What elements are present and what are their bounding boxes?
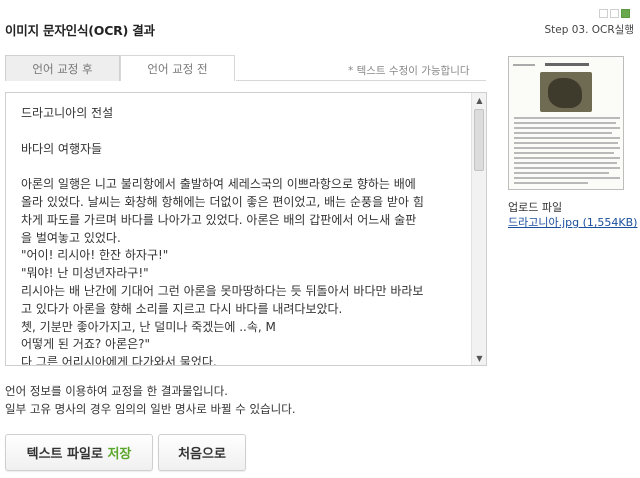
text-line: 을 벌여놓고 있었다. bbox=[21, 230, 121, 245]
save-button-label: 텍스트 파일로 bbox=[26, 447, 103, 462]
upload-file-label: 업로드 파일 bbox=[508, 201, 563, 214]
step-dot-current bbox=[621, 9, 630, 18]
uploaded-image-thumbnail[interactable] bbox=[508, 56, 624, 190]
description-line: 언어 정보를 이용하여 교정을 한 결과물입니다. bbox=[5, 384, 228, 398]
step-label: Step 03. OCR실행 bbox=[544, 24, 635, 36]
scroll-up-icon[interactable]: ▲ bbox=[472, 93, 486, 107]
tab-uncorrected[interactable]: 언어 교정 전 bbox=[120, 55, 235, 81]
text-line: 아론의 일행은 니고 불리항에서 출발하여 세레스국의 이쁘라항으로 향하는 배… bbox=[21, 177, 416, 192]
save-button-highlight: 저장 bbox=[107, 447, 132, 462]
text-line: 쳇, 기분만 좋아가지고, 난 덜미나 죽겠는에 ..속, M bbox=[21, 319, 276, 334]
result-description: 언어 정보를 이용하여 교정을 한 결과물입니다. 일부 고유 명사의 경우 임… bbox=[5, 382, 295, 418]
ocr-text-content[interactable]: 드라고니아의 전설 바다의 여행자들 아론의 일행은 니고 불리항에서 출발하여… bbox=[21, 105, 466, 366]
edit-note: * 텍스트 수정이 가능합니다 bbox=[348, 65, 470, 77]
ocr-text-area[interactable]: 드라고니아의 전설 바다의 여행자들 아론의 일행은 니고 불리항에서 출발하여… bbox=[5, 92, 487, 366]
text-heading: 드라고니아의 전설 bbox=[21, 106, 114, 120]
text-line: 어떻게 된 거죠? 아론은?" bbox=[21, 337, 151, 352]
thumbnail-text-lines bbox=[514, 117, 620, 187]
text-line: 리시아는 배 난간에 기대어 그런 아론을 못마땅하다는 듯 뒤돌아서 바다만 … bbox=[21, 283, 424, 298]
text-line: 올라 있었다. 날씨는 화창해 항해에는 더없이 좋은 편이었고, 배는 순풍을… bbox=[21, 194, 424, 209]
step-dot bbox=[599, 9, 608, 18]
save-text-file-button[interactable]: 텍스트 파일로 저장 bbox=[5, 434, 153, 471]
text-line: "뭐야! 난 미성년자라구!" bbox=[21, 266, 149, 281]
tab-corrected[interactable]: 언어 교정 후 bbox=[5, 55, 120, 81]
scroll-down-icon[interactable]: ▼ bbox=[472, 351, 486, 365]
step-dot bbox=[610, 9, 619, 18]
page-title: 이미지 문자인식(OCR) 결과 bbox=[5, 23, 155, 38]
scrollbar-thumb[interactable] bbox=[474, 109, 484, 171]
vertical-scrollbar[interactable]: ▲ ▼ bbox=[471, 93, 486, 365]
thumbnail-illustration bbox=[540, 72, 592, 112]
text-line: 다 그른 어리시아에게 다가와서 물었다. bbox=[21, 355, 217, 366]
text-line: "어이! 리시아! 한잔 하자구!" bbox=[21, 248, 169, 263]
text-line: 고 있다가 아론을 향해 소리를 지르고 다시 바다를 내려다보았다. bbox=[21, 301, 343, 316]
description-line: 일부 고유 명사의 경우 임의의 일반 명사로 바뀔 수 있습니다. bbox=[5, 402, 296, 416]
text-line: 차게 파도를 가르며 바다를 나아가고 있었다. 아론은 배의 갑판에서 어느새… bbox=[21, 212, 417, 227]
upload-file-link[interactable]: 드라고니아.jpg (1,554KB) bbox=[508, 214, 637, 230]
step-indicator bbox=[599, 9, 630, 18]
text-subheading: 바다의 여행자들 bbox=[21, 141, 103, 156]
restart-button[interactable]: 처음으로 bbox=[158, 434, 246, 471]
result-tabs: 언어 교정 후 언어 교정 전 bbox=[5, 55, 235, 81]
tab-divider bbox=[236, 80, 486, 81]
